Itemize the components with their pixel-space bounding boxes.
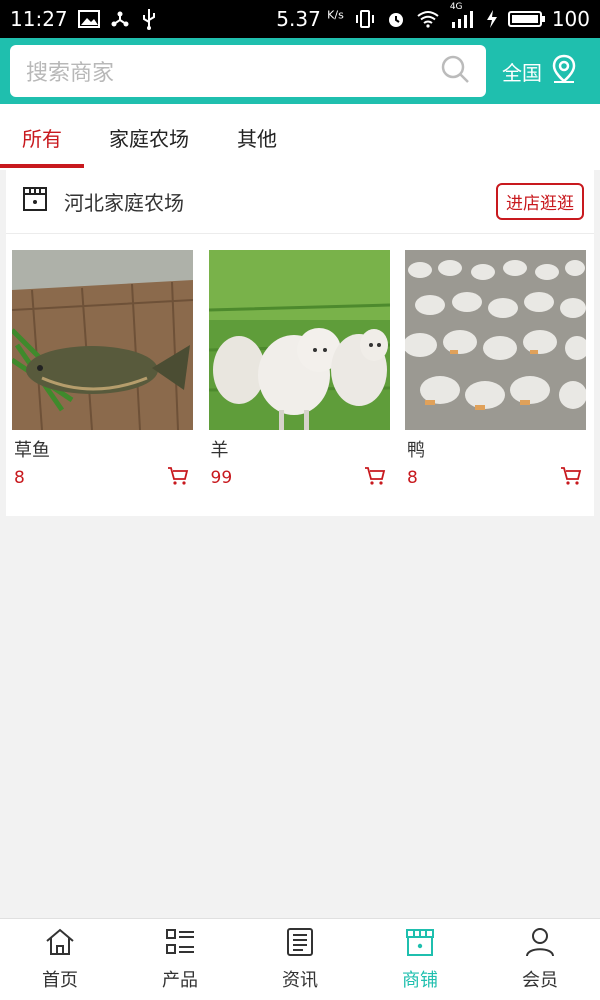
tab-other[interactable]: 其他	[214, 104, 300, 170]
shop-title[interactable]: 河北家庭农场	[20, 184, 184, 219]
location-pin-icon	[550, 54, 578, 89]
store-icon	[20, 184, 50, 219]
bottom-navigation: 首页 产品 资讯 商铺 会员	[0, 918, 600, 1000]
product-price: 99	[210, 468, 233, 488]
nav-products-label: 产品	[162, 970, 198, 991]
nav-home[interactable]: 首页	[0, 919, 120, 1000]
status-bar: 11:27 5.37 K/s 4G 100	[0, 0, 600, 38]
tab-all[interactable]: 所有	[0, 104, 84, 170]
battery-level: 100	[551, 7, 590, 31]
news-icon	[284, 927, 316, 962]
charging-icon	[486, 9, 498, 29]
search-input[interactable]: 搜索商家	[10, 45, 486, 97]
product-list: 草鱼 8 羊 99 鸭 8	[6, 234, 594, 490]
search-placeholder: 搜索商家	[26, 61, 115, 86]
product-name: 鸭	[407, 440, 425, 461]
nav-news[interactable]: 资讯	[240, 919, 360, 1000]
nav-store-label: 商铺	[402, 970, 438, 991]
share-icon	[110, 9, 130, 29]
cart-icon[interactable]	[167, 466, 189, 490]
tab-family-farm[interactable]: 家庭农场	[84, 104, 214, 170]
network-speed: 5.37 K/s	[276, 7, 344, 31]
product-image-sheep[interactable]	[208, 250, 390, 430]
image-icon	[77, 10, 100, 28]
product-price: 8	[14, 468, 25, 488]
nav-store[interactable]: 商铺	[360, 919, 480, 1000]
category-tabs: 所有 家庭农场 其他	[0, 104, 600, 170]
usb-icon	[140, 8, 158, 30]
alarm-icon	[386, 9, 406, 29]
product-card[interactable]: 鸭 8	[405, 250, 586, 490]
product-price: 8	[407, 468, 418, 488]
product-card[interactable]: 草鱼 8	[12, 250, 193, 490]
region-selector[interactable]: 全国	[502, 54, 578, 89]
nav-home-label: 首页	[42, 970, 78, 991]
status-time: 11:27	[10, 7, 68, 31]
top-header: 搜索商家 全国	[0, 38, 600, 104]
store-icon	[404, 927, 436, 962]
cart-icon[interactable]	[560, 466, 582, 490]
shop-card: 河北家庭农场 进店逛逛 草鱼 8 羊 99 鸭 8	[6, 170, 594, 516]
visit-shop-button[interactable]: 进店逛逛	[496, 183, 584, 220]
nav-member-label: 会员	[522, 970, 558, 991]
product-name: 羊	[210, 440, 229, 461]
search-icon[interactable]	[440, 54, 470, 88]
nav-news-label: 资讯	[282, 970, 318, 991]
user-icon	[524, 927, 556, 962]
shop-header: 河北家庭农场 进店逛逛	[6, 170, 594, 234]
region-label: 全国	[502, 60, 542, 85]
product-image-duck[interactable]	[405, 250, 586, 430]
home-icon	[44, 927, 76, 962]
shop-name: 河北家庭农场	[64, 191, 184, 215]
signal-icon: 4G	[450, 2, 476, 28]
nav-member[interactable]: 会员	[480, 919, 600, 1000]
product-card[interactable]: 羊 99	[208, 250, 390, 490]
cart-icon[interactable]	[364, 466, 386, 490]
grid-list-icon	[164, 927, 196, 962]
product-name: 草鱼	[14, 440, 50, 461]
nav-products[interactable]: 产品	[120, 919, 240, 1000]
wifi-icon	[416, 10, 440, 28]
battery-icon	[507, 11, 545, 27]
vibrate-icon	[354, 9, 376, 29]
product-image-fish[interactable]	[12, 250, 193, 430]
